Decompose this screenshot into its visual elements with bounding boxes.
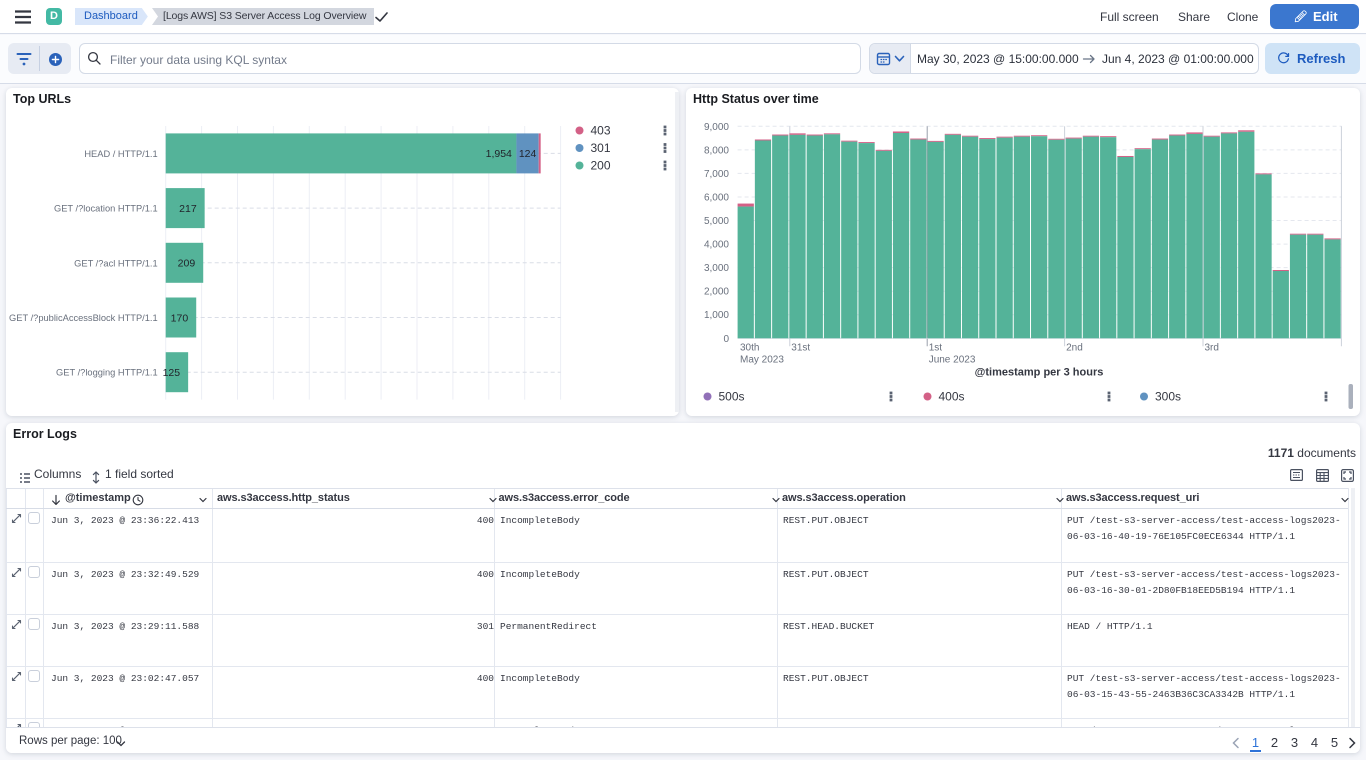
- svg-text:170: 170: [171, 312, 189, 324]
- svg-text:217: 217: [179, 203, 197, 215]
- svg-text:124: 124: [519, 148, 537, 160]
- svg-text:0: 0: [723, 334, 729, 345]
- svg-text:200: 200: [591, 159, 611, 173]
- svg-text:301: 301: [591, 141, 611, 155]
- svg-text:3,000: 3,000: [704, 263, 729, 274]
- svg-text:9,000: 9,000: [704, 122, 729, 133]
- svg-text:400s: 400s: [939, 390, 965, 404]
- svg-text:300s: 300s: [1155, 390, 1181, 404]
- svg-text:30th: 30th: [740, 342, 759, 353]
- svg-text:4,000: 4,000: [704, 240, 729, 251]
- svg-text:8,000: 8,000: [704, 145, 729, 156]
- svg-text:GET /?publicAccessBlock HTTP/1: GET /?publicAccessBlock HTTP/1.1: [9, 313, 158, 323]
- svg-text:HEAD / HTTP/1.1: HEAD / HTTP/1.1: [84, 149, 157, 159]
- svg-text:125: 125: [163, 367, 181, 379]
- svg-text:1,954: 1,954: [486, 148, 512, 160]
- svg-text:@timestamp per 3 hours: @timestamp per 3 hours: [975, 366, 1104, 378]
- svg-text:GET /?logging HTTP/1.1: GET /?logging HTTP/1.1: [56, 368, 158, 378]
- svg-text:June 2023: June 2023: [929, 354, 976, 365]
- svg-text:GET /?location HTTP/1.1: GET /?location HTTP/1.1: [54, 204, 158, 214]
- svg-text:209: 209: [178, 258, 196, 270]
- svg-text:2,000: 2,000: [704, 287, 729, 298]
- svg-text:1st: 1st: [929, 342, 943, 353]
- svg-text:1,000: 1,000: [704, 310, 729, 321]
- svg-text:2nd: 2nd: [1066, 342, 1083, 353]
- svg-text:3rd: 3rd: [1205, 342, 1219, 353]
- svg-text:7,000: 7,000: [704, 169, 729, 180]
- svg-text:403: 403: [591, 124, 611, 138]
- svg-text:GET /?acl HTTP/1.1: GET /?acl HTTP/1.1: [74, 258, 158, 268]
- svg-text:6,000: 6,000: [704, 193, 729, 204]
- svg-text:500s: 500s: [719, 390, 745, 404]
- svg-text:31st: 31st: [791, 342, 810, 353]
- svg-text:5,000: 5,000: [704, 216, 729, 227]
- svg-text:May 2023: May 2023: [740, 354, 784, 365]
